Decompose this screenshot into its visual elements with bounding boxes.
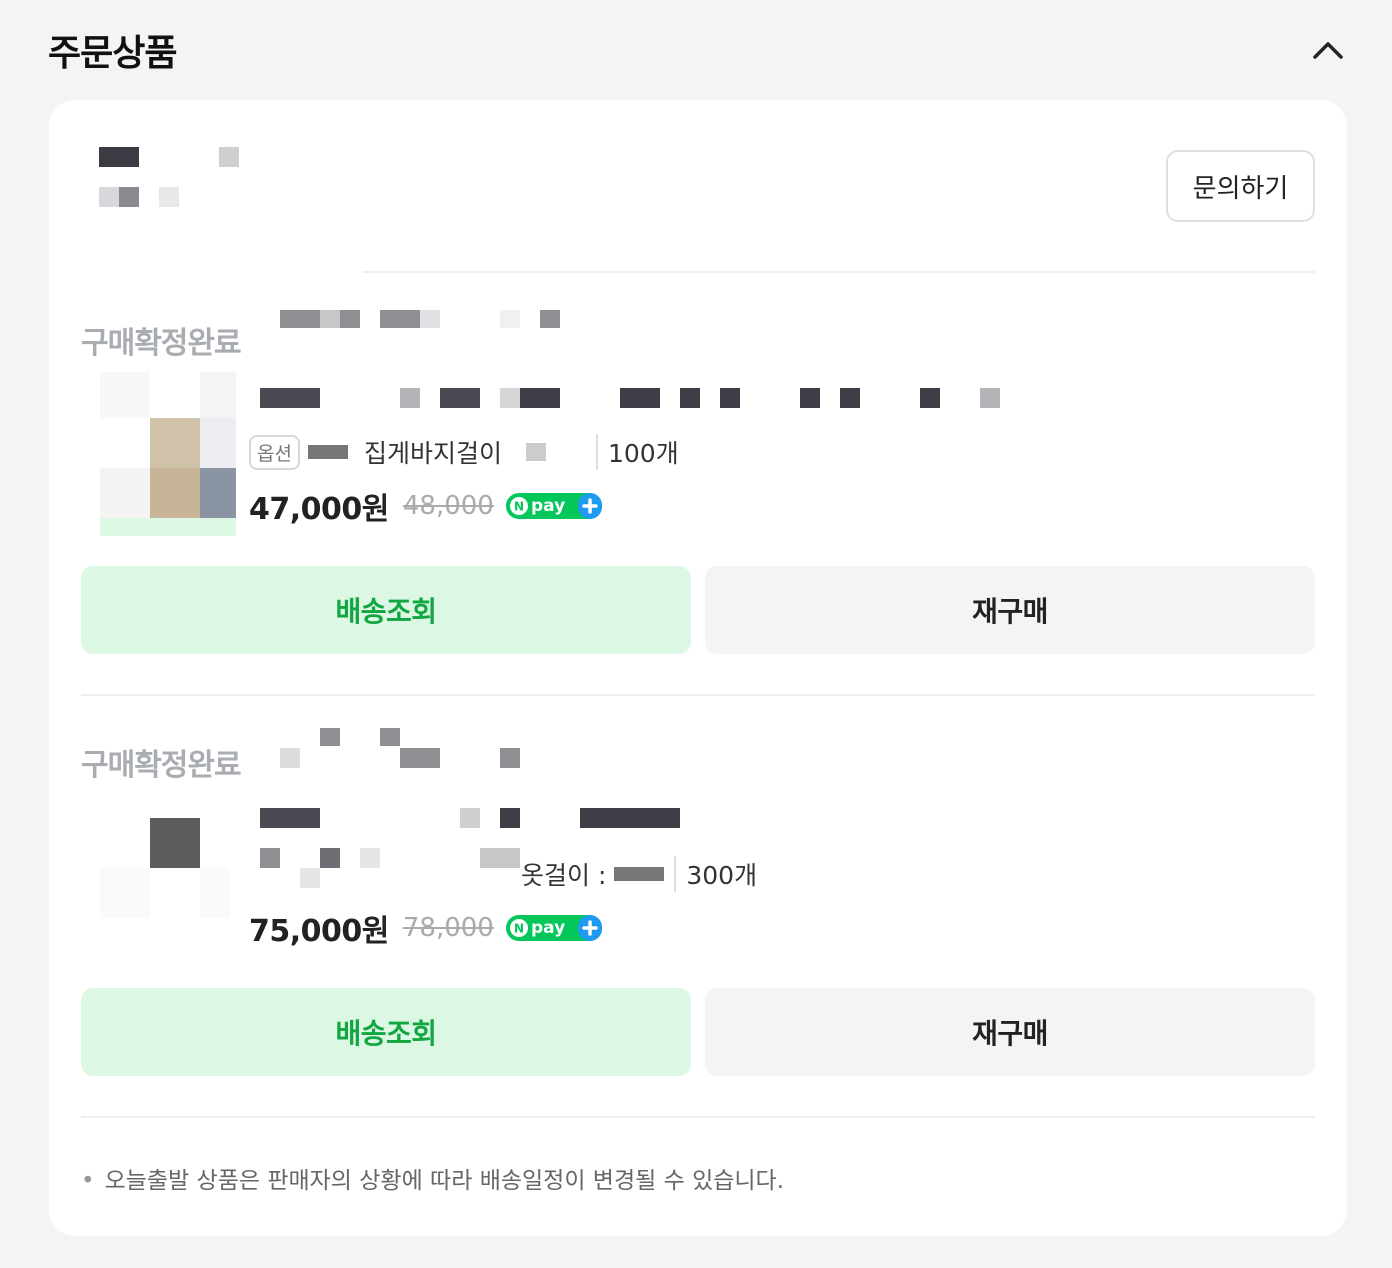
bullet: •: [81, 1168, 95, 1194]
divider: [81, 1116, 1315, 1118]
order-status: 구매확정완료: [81, 748, 242, 783]
product-thumbnail[interactable]: [100, 800, 236, 964]
option-text: 집게바지걸이: [363, 439, 502, 468]
quantity: 100개: [595, 434, 679, 470]
product-name-redacted: [260, 808, 700, 830]
svg-text:pay: pay: [531, 496, 565, 516]
npay-badge: N pay: [505, 493, 602, 519]
collapse-button[interactable]: [1308, 30, 1348, 70]
quantity: 300개: [674, 856, 757, 892]
option-badge: 옵션: [249, 434, 300, 470]
npay-badge: N pay: [505, 915, 602, 941]
seller-name-redacted: [99, 147, 259, 211]
track-delivery-button[interactable]: 배송조회: [81, 988, 691, 1076]
price-row: 47,000원 48,000 N pay: [249, 484, 602, 528]
chevron-up-icon: [1313, 42, 1343, 59]
delivery-notice: • 오늘출발 상품은 판매자의 상황에 따라 배송일정이 변경될 수 있습니다.: [81, 1161, 784, 1195]
notice-text: 오늘출발 상품은 판매자의 상황에 따라 배송일정이 변경될 수 있습니다.: [104, 1168, 785, 1194]
svg-text:N: N: [514, 922, 524, 936]
product-name-redacted: [260, 388, 1020, 410]
npay-plus-icon: N pay: [505, 493, 602, 519]
price: 47,000원: [249, 492, 389, 527]
reorder-button[interactable]: 재구매: [705, 566, 1315, 654]
status-detail-redacted: [280, 310, 580, 332]
npay-plus-icon: N pay: [505, 915, 602, 941]
track-delivery-button[interactable]: 배송조회: [81, 566, 691, 654]
price-row: 75,000원 78,000 N pay: [249, 906, 602, 950]
divider: [81, 694, 1315, 696]
option-row: 옵션 집게바지걸이 100개: [249, 432, 679, 472]
section-title: 주문상품: [48, 33, 177, 74]
order-items-header: 주문상품: [48, 22, 1348, 78]
option-redacted: [307, 445, 348, 459]
svg-text:N: N: [514, 500, 524, 514]
original-price: 48,000: [402, 491, 494, 521]
order-card: 문의하기 구매확정완료 옵션 집게바지걸이 100개 47,000원 48,00…: [49, 100, 1347, 1236]
option-redacted: [525, 443, 546, 461]
option-row: 옷걸이 : 300개: [521, 854, 757, 894]
inquiry-button[interactable]: 문의하기: [1166, 150, 1315, 222]
order-status: 구매확정완료: [81, 326, 242, 361]
status-detail-redacted: [280, 728, 580, 768]
option-text: 옷걸이 :: [521, 861, 607, 890]
svg-text:pay: pay: [531, 918, 565, 938]
divider: [363, 271, 1315, 273]
product-name-redacted: [260, 848, 560, 888]
original-price: 78,000: [402, 913, 494, 943]
product-thumbnail[interactable]: [100, 372, 236, 536]
price: 75,000원: [249, 914, 389, 949]
option-redacted: [614, 867, 665, 881]
reorder-button[interactable]: 재구매: [705, 988, 1315, 1076]
